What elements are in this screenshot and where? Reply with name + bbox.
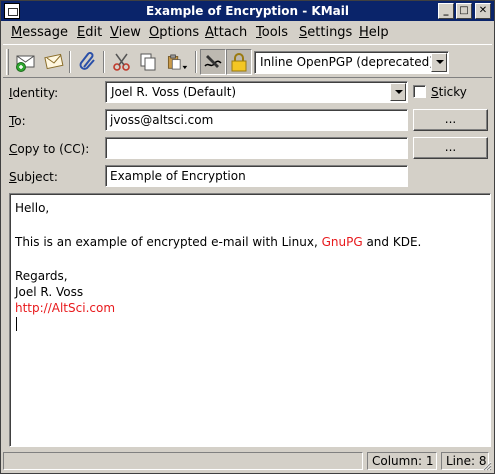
status-column: Column: 1 <box>367 452 437 470</box>
url-prefix: http:// <box>15 301 52 315</box>
attach-icon[interactable] <box>75 49 101 75</box>
sticky-label: Sticky <box>431 85 467 99</box>
minimize-button[interactable]: _ <box>438 3 454 19</box>
chevron-down-icon[interactable] <box>390 83 406 101</box>
menu-tools[interactable]: Tools <box>256 25 288 40</box>
body-regards: Regards, <box>15 269 68 283</box>
to-address-book-button[interactable]: ... <box>413 109 488 131</box>
close-button[interactable]: ✕ <box>475 3 491 19</box>
gnupg-link[interactable]: GnuPG <box>322 235 363 249</box>
toolbar-separator <box>195 51 197 73</box>
identity-select[interactable]: Joel R. Voss (Default) <box>105 81 408 103</box>
body-line: This is an example of encrypted e-mail w… <box>15 235 421 249</box>
queue-mail-icon[interactable] <box>41 49 67 75</box>
menu-help[interactable]: Help <box>359 25 389 40</box>
toolbar-grip[interactable] <box>6 49 9 75</box>
crypto-format-value: Inline OpenPGP (deprecated) <box>260 55 434 69</box>
encrypt-lock-icon[interactable] <box>226 49 252 75</box>
status-message-panel <box>3 452 363 470</box>
maximize-button[interactable]: □ <box>456 3 472 19</box>
text-caret <box>16 317 17 331</box>
body-greeting: Hello, <box>15 201 50 215</box>
body-text: This is an example of encrypted e-mail w… <box>15 235 322 249</box>
toolbar-separator <box>103 51 105 73</box>
signature-url-link[interactable]: http://AltSci.com <box>15 301 115 315</box>
menu-message[interactable]: Message <box>11 25 68 40</box>
menu-settings[interactable]: Settings <box>299 25 352 40</box>
cut-icon[interactable] <box>109 49 135 75</box>
title-bar[interactable]: Example of Encryption - KMail _ □ ✕ <box>1 1 494 21</box>
menu-edit[interactable]: Edit <box>77 25 102 40</box>
to-value: jvoss@altsci.com <box>110 113 214 127</box>
chevron-down-icon[interactable] <box>431 53 447 72</box>
resize-grip-icon[interactable] <box>480 459 492 471</box>
url-host: AltSci.com <box>51 301 116 315</box>
menu-view[interactable]: View <box>110 25 141 40</box>
body-text: and KDE. <box>362 235 422 249</box>
message-body-editor[interactable]: Hello, This is an example of encrypted e… <box>9 193 491 447</box>
to-field[interactable]: jvoss@altsci.com <box>105 109 408 131</box>
identity-label: Identity: <box>9 86 59 100</box>
copy-icon[interactable] <box>135 49 161 75</box>
cc-field[interactable] <box>105 137 408 159</box>
subject-value: Example of Encryption <box>110 169 246 183</box>
cc-address-book-button[interactable]: ... <box>413 137 488 159</box>
crypto-format-select[interactable]: Inline OpenPGP (deprecated) <box>254 51 449 74</box>
menu-options[interactable]: Options <box>149 25 199 40</box>
menu-attach[interactable]: Attach <box>205 25 247 40</box>
status-bar: Column: 1 Line: 8 <box>3 451 492 471</box>
to-label: To: <box>9 114 26 128</box>
body-signature-name: Joel R. Voss <box>15 285 84 299</box>
toolbar-separator <box>69 51 71 73</box>
sticky-checkbox[interactable] <box>413 85 426 98</box>
sign-icon[interactable] <box>200 49 226 75</box>
subject-field[interactable]: Example of Encryption <box>105 165 408 187</box>
cc-label: Copy to (CC): <box>9 142 90 156</box>
window-title: Example of Encryption - KMail <box>146 4 349 18</box>
kmail-composer-window: Example of Encryption - KMail _ □ ✕ Mess… <box>0 0 495 474</box>
identity-value: Joel R. Voss (Default) <box>111 85 237 99</box>
send-mail-icon[interactable] <box>13 49 39 75</box>
subject-label: Subject: <box>9 170 58 184</box>
toolbar: Inline OpenPGP (deprecated) <box>3 44 492 78</box>
paste-icon[interactable] <box>161 49 193 75</box>
